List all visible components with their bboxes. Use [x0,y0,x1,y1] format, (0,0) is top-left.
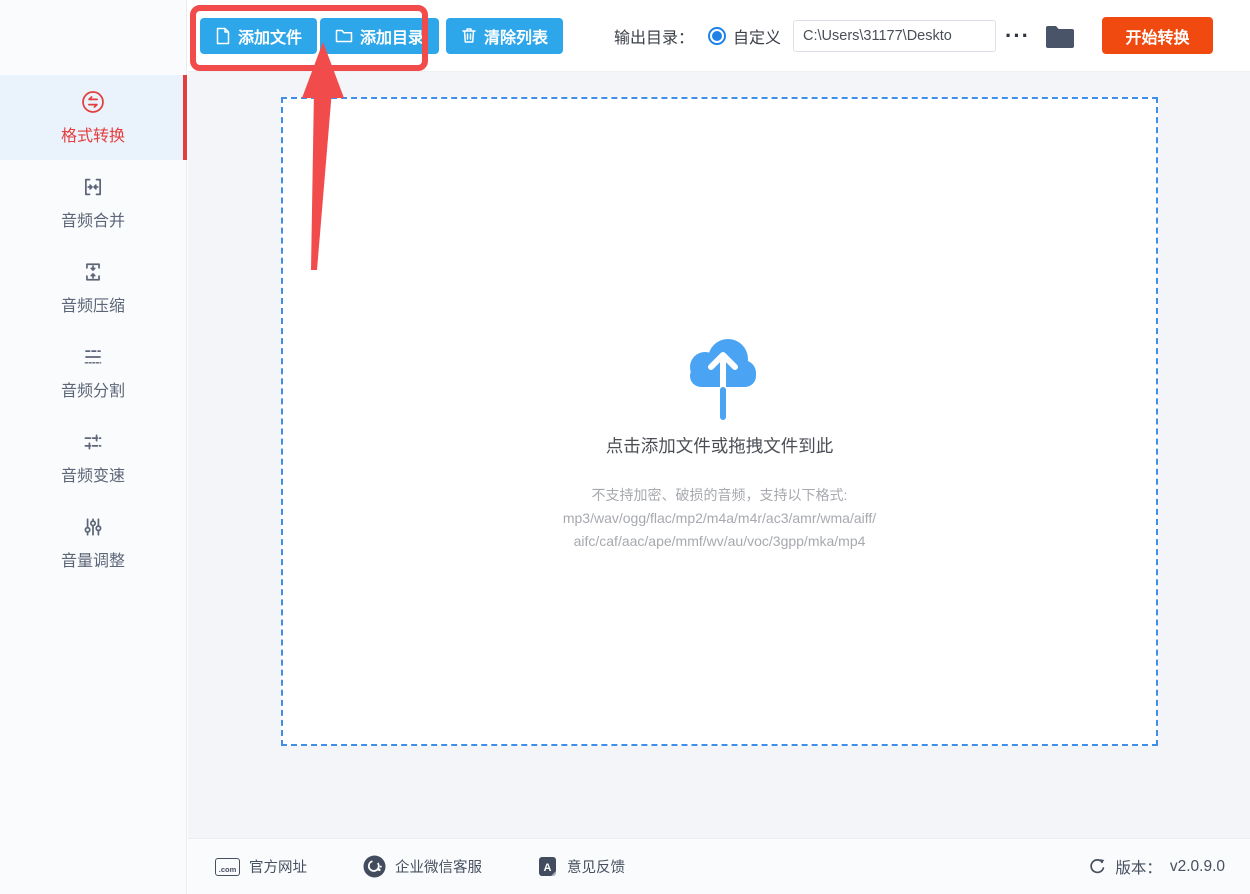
version-value: v2.0.9.0 [1169,857,1225,875]
sidebar-item-label: 音频合并 [60,213,125,230]
sidebar-item-label: 音频压缩 [60,298,125,315]
cloud-upload-icon [689,339,756,420]
sidebar-item-label: 音频分割 [60,383,125,400]
sidebar-item-audio-split[interactable]: 音频分割 [0,330,186,415]
dropzone-hint-line1: 不支持加密、破损的音频，支持以下格式: [591,487,848,503]
custom-radio-label: 自定义 [733,29,782,47]
audio-converter-window: 格式转换 音频合并 音频压缩 音频分割 音频变速 音量调整 添加文件 添加目录 … [0,0,1250,894]
audio-compress-icon [86,263,100,281]
wechat-service-link[interactable]: 企业微信客服 [363,855,482,878]
sidebar-item-audio-speed[interactable]: 音频变速 [0,415,186,500]
add-file-button[interactable]: 添加文件 [200,17,318,54]
main-content: 点击添加文件或拖拽文件到此 不支持加密、破损的音频，支持以下格式: mp3/wa… [188,72,1250,838]
file-dropzone[interactable]: 点击添加文件或拖拽文件到此 不支持加密、破损的音频，支持以下格式: mp3/wa… [281,97,1158,746]
sidebar-item-label: 音频变速 [60,468,125,485]
audio-split-icon [84,350,102,364]
audio-merge-icon [84,178,102,196]
clear-list-label: 清除列表 [484,29,549,47]
add-folder-button[interactable]: 添加目录 [320,17,440,54]
sidebar-item-volume-adjust[interactable]: 音量调整 [0,500,186,585]
format-convert-icon [82,91,104,113]
feedback-link[interactable]: A 意见反馈 [538,856,625,878]
trash-icon [462,28,476,43]
com-website-icon: .com [215,857,240,876]
audio-speed-icon [84,434,102,450]
clear-list-button[interactable]: 清除列表 [446,17,564,54]
dropzone-title: 点击添加文件或拖拽文件到此 [605,436,834,456]
add-file-label: 添加文件 [238,29,303,47]
refresh-icon[interactable] [1088,857,1107,876]
folder-icon [335,29,353,42]
dropzone-hint-line3: aifc/caf/aac/ape/mmf/wv/au/voc/3gpp/mka/… [573,533,866,549]
browse-more-button[interactable]: ··· [1005,24,1030,46]
sidebar-item-label: 音量调整 [60,553,125,570]
version-label: 版本： [1115,859,1162,877]
output-directory-group: 输出目录： 自定义 ··· 开始转换 [614,17,1213,54]
output-path-input[interactable] [793,19,997,52]
footer: .com 官方网址 企业微信客服 A 意见反馈 版本： v2.0.9.0 [188,838,1250,894]
sidebar-item-format-convert[interactable]: 格式转换 [0,75,187,160]
sidebar-item-label: 格式转换 [60,128,125,145]
file-icon [216,27,230,44]
feedback-icon: A [539,856,556,876]
feedback-label: 意见反馈 [567,860,625,876]
official-site-label: 官方网址 [249,860,307,876]
sidebar: 格式转换 音频合并 音频压缩 音频分割 音频变速 音量调整 [0,0,187,894]
toolbar: 添加文件 添加目录 清除列表 输出目录： 自定义 ··· 开始转换 [188,0,1250,72]
volume-adjust-icon [84,518,102,536]
official-site-link[interactable]: .com 官方网址 [215,856,307,877]
open-folder-icon[interactable] [1044,22,1076,50]
add-folder-label: 添加目录 [360,29,425,47]
dropzone-hint-line2: mp3/wav/ogg/flac/mp2/m4a/m4r/ac3/amr/wma… [562,510,877,526]
sidebar-item-audio-compress[interactable]: 音频压缩 [0,245,186,330]
sidebar-item-audio-merge[interactable]: 音频合并 [0,160,186,245]
version-info: 版本： v2.0.9.0 [1088,856,1225,878]
wechat-service-icon [363,855,386,878]
start-convert-button[interactable]: 开始转换 [1102,17,1213,54]
output-directory-label: 输出目录： [613,29,694,47]
svg-text:A: A [544,862,552,874]
custom-radio[interactable] [708,26,726,45]
dropzone-hints: 不支持加密、破损的音频，支持以下格式: mp3/wav/ogg/flac/mp2… [563,484,876,553]
wechat-service-label: 企业微信客服 [395,860,482,876]
